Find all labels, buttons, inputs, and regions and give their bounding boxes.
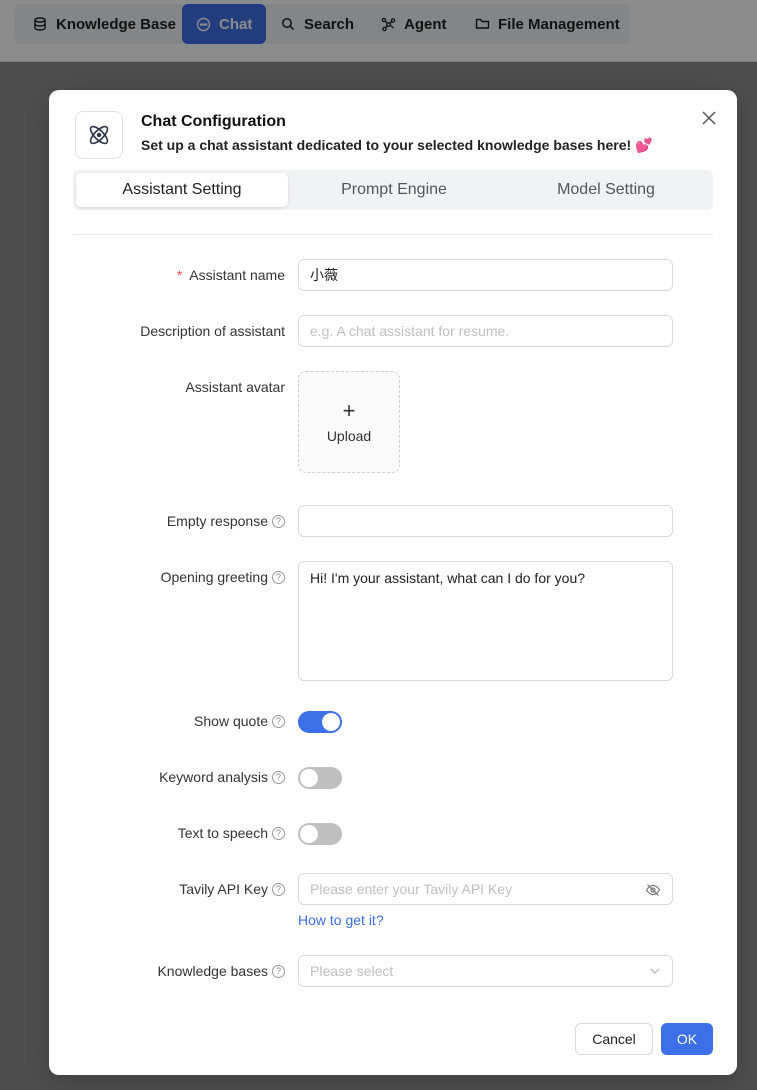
tavily-api-key-input[interactable]: Please enter your Tavily API Key (298, 873, 673, 905)
help-icon[interactable]: ? (272, 964, 285, 978)
text-to-speech-toggle[interactable] (298, 823, 342, 845)
tavily-api-key-label: Tavily API Key? (179, 881, 285, 897)
chevron-down-icon (650, 968, 660, 974)
chat-config-logo (75, 111, 123, 159)
how-to-get-it-link[interactable]: How to get it? (298, 912, 384, 928)
show-quote-label-text: Show quote (194, 713, 268, 729)
help-icon[interactable]: ? (272, 770, 285, 784)
show-quote-label: Show quote? (194, 713, 285, 729)
keyword-analysis-toggle[interactable] (298, 767, 342, 789)
avatar-upload-button[interactable]: + Upload (298, 371, 400, 473)
opening-greeting-label: Opening greeting? (161, 569, 285, 585)
knowledge-bases-label: Knowledge bases? (157, 963, 285, 979)
settings-tabs: Assistant Setting Prompt Engine Model Se… (73, 170, 713, 210)
description-label-text: Description of assistant (140, 323, 285, 339)
toggle-knob (300, 825, 318, 843)
empty-response-label-text: Empty response (166, 513, 268, 529)
close-button[interactable] (699, 108, 719, 128)
dialog-title: Chat Configuration (141, 113, 286, 130)
help-icon[interactable]: ? (272, 514, 285, 528)
assistant-name-label: * Assistant name (177, 267, 285, 283)
heart-emoji: 💕 (635, 137, 653, 153)
tavily-api-key-label-text: Tavily API Key (179, 881, 268, 897)
assistant-name-label-text: Assistant name (189, 267, 285, 283)
tab-model-setting[interactable]: Model Setting (500, 173, 712, 207)
upload-label: Upload (326, 428, 372, 444)
description-label: Description of assistant (140, 323, 285, 339)
required-marker: * (176, 267, 183, 283)
show-quote-toggle[interactable] (298, 711, 342, 733)
keyword-analysis-label: Keyword analysis? (159, 769, 285, 785)
opening-greeting-value: Hi! I'm your assistant, what can I do fo… (310, 570, 586, 586)
help-icon[interactable]: ? (272, 826, 285, 840)
text-to-speech-label: Text to speech? (178, 825, 285, 841)
empty-response-label: Empty response? (167, 513, 285, 529)
ok-button[interactable]: OK (661, 1023, 713, 1055)
assistant-name-value: 小薇 (310, 267, 338, 283)
knowledge-bases-label-text: Knowledge bases (157, 963, 268, 979)
tab-prompt-engine[interactable]: Prompt Engine (288, 173, 500, 207)
toggle-knob (322, 713, 340, 731)
assistant-name-input[interactable]: 小薇 (298, 259, 673, 291)
help-icon[interactable]: ? (272, 570, 285, 584)
chat-configuration-dialog: Chat Configuration Set up a chat assista… (49, 90, 737, 1075)
help-icon[interactable]: ? (272, 882, 285, 896)
dialog-subtitle-text: Set up a chat assistant dedicated to you… (141, 137, 632, 153)
divider (73, 234, 713, 235)
description-input[interactable]: e.g. A chat assistant for resume. (298, 315, 673, 347)
atom-icon (89, 125, 109, 145)
help-icon[interactable]: ? (272, 714, 285, 728)
keyword-analysis-label-text: Keyword analysis (159, 769, 268, 785)
knowledge-bases-placeholder: Please select (310, 963, 394, 979)
empty-response-input[interactable] (298, 505, 673, 537)
toggle-knob (300, 769, 318, 787)
avatar-label: Assistant avatar (185, 379, 285, 395)
cancel-button[interactable]: Cancel (575, 1023, 653, 1055)
opening-greeting-textarea[interactable]: Hi! I'm your assistant, what can I do fo… (298, 561, 673, 681)
eye-slash-icon[interactable] (645, 882, 661, 898)
opening-greeting-label-text: Opening greeting (160, 569, 268, 585)
knowledge-bases-select[interactable]: Please select (298, 955, 673, 987)
dialog-subtitle: Set up a chat assistant dedicated to you… (141, 137, 653, 154)
description-placeholder: e.g. A chat assistant for resume. (310, 323, 510, 339)
plus-icon: + (342, 398, 356, 423)
text-to-speech-label-text: Text to speech (177, 825, 268, 841)
tavily-api-key-placeholder: Please enter your Tavily API Key (310, 881, 513, 897)
close-icon (702, 111, 716, 125)
avatar-label-text: Assistant avatar (185, 379, 285, 395)
tab-assistant-setting[interactable]: Assistant Setting (76, 173, 288, 207)
